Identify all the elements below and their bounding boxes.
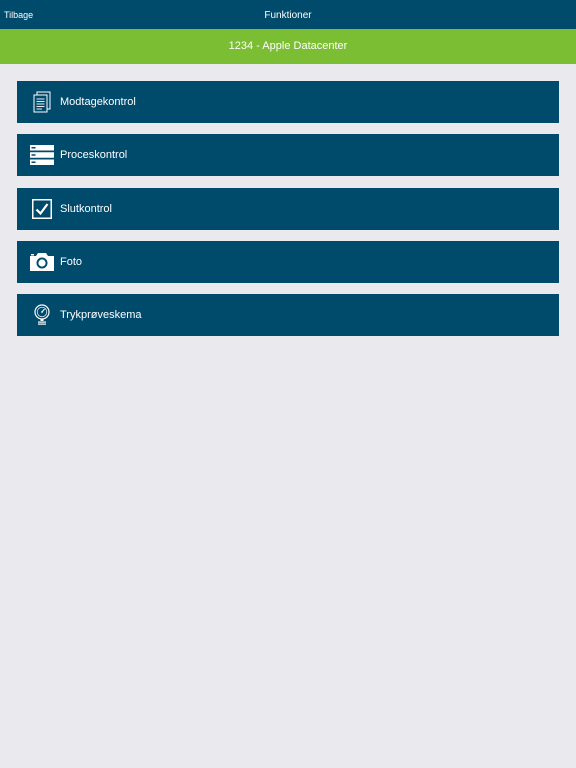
menu-item-label: Proceskontrol [60, 149, 128, 162]
camera-icon [29, 248, 55, 276]
menu-item-modtagekontrol[interactable]: Modtagekontrol [17, 81, 559, 123]
page-title: Funktioner [264, 10, 312, 21]
menu-item-slutkontrol[interactable]: Slutkontrol [17, 187, 559, 230]
menu-item-trykproveskema[interactable]: Trykprøveskema [17, 294, 559, 337]
menu-item-label: Foto [60, 255, 83, 268]
navigation-bar: Tilbage Funktioner [0, 0, 576, 29]
document-icon [29, 88, 55, 116]
menu-item-proceskontrol[interactable]: Proceskontrol [17, 134, 559, 177]
menu-item-label: Slutkontrol [60, 202, 112, 215]
menu-item-foto[interactable]: Foto [17, 240, 559, 283]
menu-item-label: Modtagekontrol [60, 96, 136, 108]
pressure-gauge-icon [29, 301, 55, 329]
checkbox-icon [29, 195, 55, 223]
list-icon [29, 141, 55, 169]
project-header: 1234 - Apple Datacenter [0, 29, 576, 64]
menu-item-label: Trykprøveskema [60, 309, 142, 322]
function-menu: Modtagekontrol Proceskontrol Slutkontrol [17, 81, 559, 347]
